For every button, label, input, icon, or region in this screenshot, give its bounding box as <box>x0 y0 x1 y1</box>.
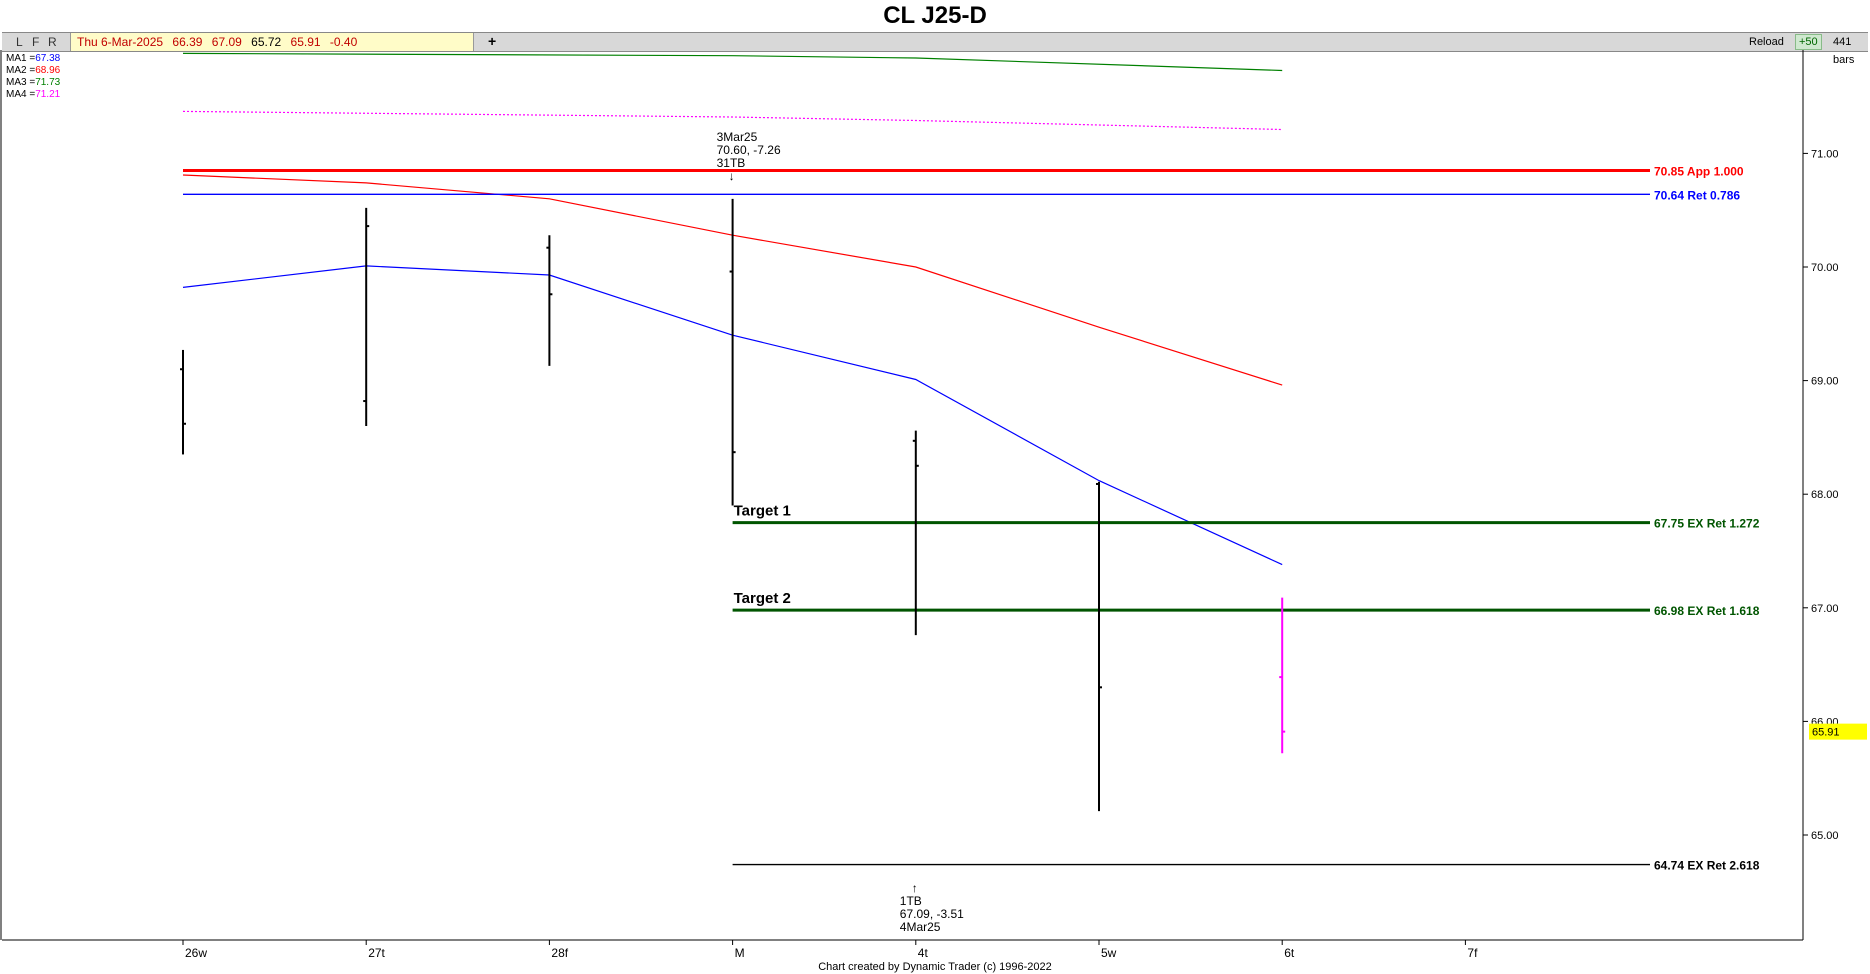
level-label: 67.75 EX Ret 1.272 <box>1654 517 1760 531</box>
y-tick-label: 71.00 <box>1811 148 1839 160</box>
y-tick-label: 68.00 <box>1811 489 1839 501</box>
footer-credit: Chart created by Dynamic Trader (c) 1996… <box>818 961 1052 973</box>
x-tick-label: M <box>735 946 745 960</box>
x-tick-label: 4t <box>918 946 929 960</box>
x-tick-label: 5w <box>1101 946 1117 960</box>
annotation-text: 1TB <box>900 894 922 908</box>
annotation-text: 3Mar25 <box>717 130 758 144</box>
level-label: 70.85 App 1.000 <box>1654 164 1744 178</box>
x-tick-label: 27t <box>368 946 385 960</box>
y-tick-label: 69.00 <box>1811 376 1839 388</box>
target-tag: Target 2 <box>734 590 791 607</box>
ma3-line <box>182 52 1283 72</box>
x-tick-label: 6t <box>1284 946 1295 960</box>
level-label: 66.98 EX Ret 1.618 <box>1654 604 1760 618</box>
annotation-text: 4Mar25 <box>900 920 941 934</box>
price-chart: 65.0066.0067.0068.0069.0070.0071.0026w 27… <box>0 50 1867 960</box>
annotation-text: 70.60, -7.26 <box>717 143 781 157</box>
x-tick-label: 28f <box>551 946 568 960</box>
y-tick-label: 70.00 <box>1811 262 1839 274</box>
y-tick-label: 67.00 <box>1811 603 1839 615</box>
ma4-line <box>182 110 1283 131</box>
y-tick-label: 65.00 <box>1811 830 1839 842</box>
target-tag: Target 1 <box>734 503 791 520</box>
x-tick-label: 26w <box>185 946 207 960</box>
x-tick-label: 7f <box>1467 946 1478 960</box>
level-label: 70.64 Ret 0.786 <box>1654 188 1740 202</box>
annotation-text: 67.09, -3.51 <box>900 907 964 921</box>
annotation-arrow: ↑ <box>912 881 918 895</box>
last-price-label: 65.91 <box>1812 727 1840 739</box>
annotation-arrow: ↓ <box>729 169 735 183</box>
level-label: 64.74 EX Ret 2.618 <box>1654 859 1760 873</box>
annotation-text: 31TB <box>717 156 746 170</box>
